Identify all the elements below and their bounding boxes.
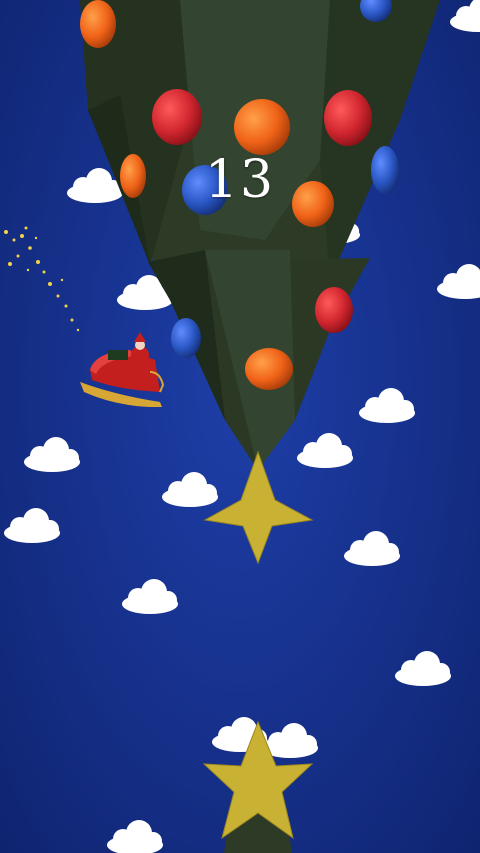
sparkle-trail — [4, 226, 80, 332]
santa-sleigh[interactable] — [80, 332, 165, 408]
game-scene[interactable] — [0, 0, 480, 853]
score-display: 13 — [204, 150, 276, 210]
tree-top-star — [203, 450, 314, 565]
